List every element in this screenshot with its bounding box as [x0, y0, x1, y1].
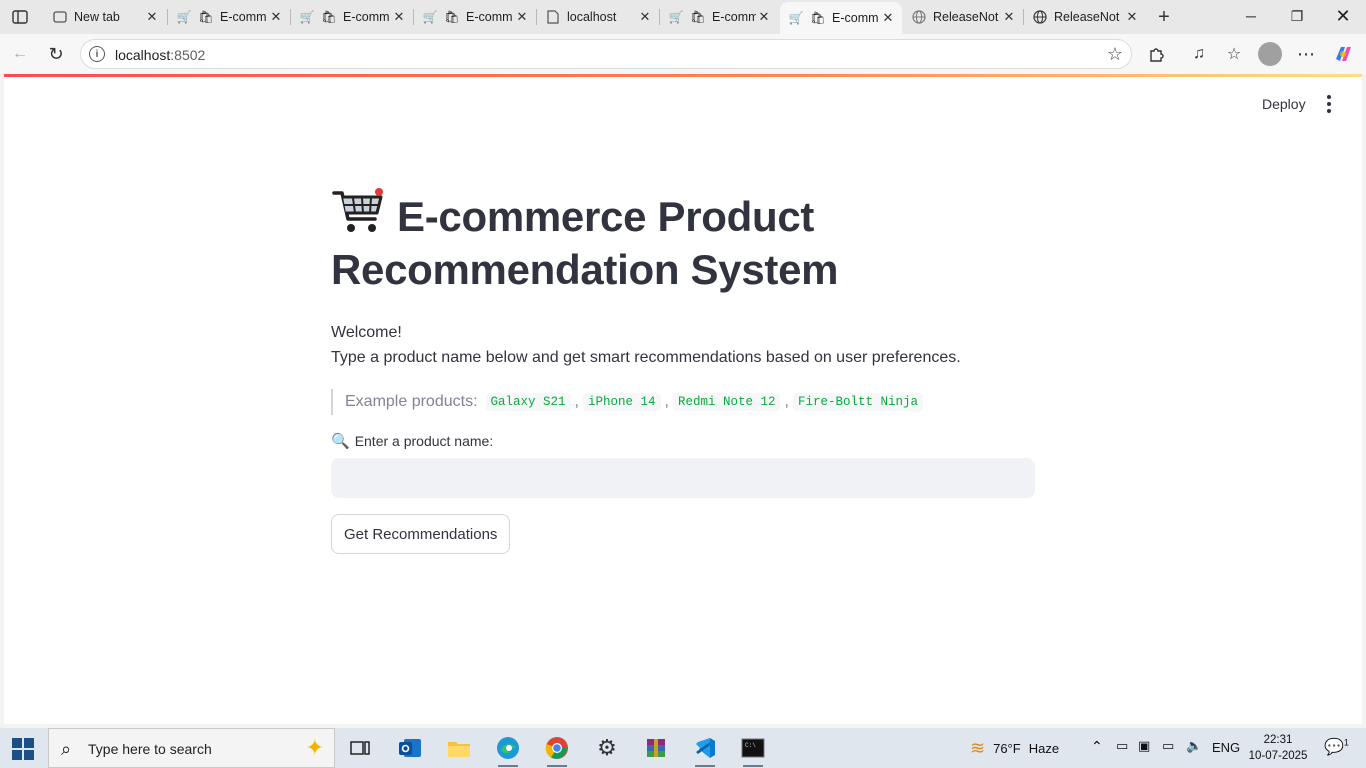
language-indicator[interactable]: ENG	[1212, 740, 1240, 755]
tab-ecomm-4[interactable]: 🛒 🛍 E-comm ✕	[660, 3, 778, 31]
more-menu-icon[interactable]: ⋯	[1294, 42, 1318, 66]
shopping-cart-icon	[331, 187, 385, 237]
page-icon	[545, 9, 561, 25]
cart-icon: 🛒	[668, 10, 684, 24]
close-tab-icon[interactable]: ✕	[637, 9, 653, 25]
app-page: Deploy E-commerce Product Recommendation…	[4, 77, 1362, 724]
tab-localhost[interactable]: localhost ✕	[537, 3, 659, 31]
display-icon[interactable]: ▣	[1138, 738, 1150, 754]
tab-ecomm-active[interactable]: 🛒 🛍 E-comm ✕	[780, 2, 902, 34]
meet-icon[interactable]: ▭	[1116, 738, 1128, 754]
windows-start-icon[interactable]	[12, 738, 34, 760]
task-view-icon[interactable]	[342, 732, 378, 764]
address-bar[interactable]: i localhost:8502 ☆	[80, 39, 1132, 69]
chevron-up-icon[interactable]: ⌃	[1091, 738, 1103, 755]
examples-label: Example products:	[345, 393, 478, 410]
weather-widget[interactable]: ≋ 76°F Haze	[970, 738, 1059, 759]
cart-icon: 🛒	[788, 11, 804, 25]
haze-icon: ≋	[970, 738, 986, 758]
browser-tab-strip: New tab ✕ 🛒 🛍 E-comm ✕ 🛒 🛍 E-comm ✕ 🛒 🛍 …	[0, 0, 1366, 34]
close-tab-icon[interactable]: ✕	[756, 9, 772, 25]
cart-icon: 🛒	[176, 10, 192, 24]
edge-icon[interactable]	[490, 732, 526, 767]
get-recommendations-button[interactable]: Get Recommendations	[331, 514, 511, 554]
file-explorer-icon[interactable]	[441, 732, 477, 764]
cart-icon: 🛒	[422, 10, 438, 24]
tab-ecomm-2[interactable]: 🛒 🛍 E-comm ✕	[291, 3, 413, 31]
bag-icon: 🛍	[444, 10, 460, 24]
welcome-heading: Welcome!	[331, 324, 402, 341]
battery-icon[interactable]: ▭	[1162, 738, 1174, 754]
taskbar-clock[interactable]: 22:31 10-07-2025	[1248, 732, 1308, 764]
close-tab-icon[interactable]: ✕	[1001, 9, 1017, 25]
tab-releasenotes-1[interactable]: ReleaseNot ✕	[903, 3, 1023, 31]
back-icon[interactable]: ←	[8, 42, 32, 66]
vscode-icon[interactable]	[687, 732, 723, 767]
copilot-icon[interactable]	[1331, 42, 1355, 66]
close-window-icon[interactable]: ✕	[1320, 0, 1366, 32]
chrome-icon[interactable]	[539, 732, 575, 767]
product-name-input[interactable]	[331, 458, 1035, 498]
close-tab-icon[interactable]: ✕	[1124, 9, 1140, 25]
cart-icon: 🛒	[299, 10, 315, 24]
settings-gear-icon[interactable]: ⚙	[589, 732, 625, 764]
address-url[interactable]: localhost:8502	[115, 47, 205, 63]
page-title: E-commerce Product Recommendation System	[331, 187, 1035, 296]
close-tab-icon[interactable]: ✕	[514, 9, 530, 25]
minimize-icon[interactable]: ─	[1228, 0, 1274, 32]
reload-icon[interactable]: ↻	[44, 42, 68, 66]
bag-icon: 🛍	[321, 10, 337, 24]
close-tab-icon[interactable]: ✕	[268, 9, 284, 25]
close-tab-icon[interactable]: ✕	[144, 9, 160, 25]
tab-new-tab[interactable]: New tab ✕	[44, 3, 166, 31]
globe-icon	[1032, 9, 1048, 25]
example-product: Fire-Boltt Ninja	[792, 393, 923, 411]
example-products-quote: Example products: Galaxy S21, iPhone 14,…	[331, 389, 1035, 415]
site-info-icon[interactable]: i	[89, 46, 105, 62]
product-input-label: 🔍 Enter a product name:	[331, 433, 494, 450]
bag-icon: 🛍	[810, 11, 826, 25]
profile-avatar[interactable]	[1258, 42, 1282, 66]
example-product: Galaxy S21	[485, 393, 571, 411]
main-menu-icon[interactable]	[1319, 93, 1339, 115]
tab-ecomm-3[interactable]: 🛒 🛍 E-comm ✕	[414, 3, 536, 31]
extensions-icon[interactable]	[1145, 42, 1169, 66]
favorites-icon[interactable]: ☆	[1222, 42, 1246, 66]
svg-text:C:\: C:\	[745, 742, 756, 749]
tab-releasenotes-2[interactable]: ReleaseNot ✕	[1024, 3, 1146, 31]
tab-actions-icon[interactable]	[6, 5, 34, 29]
sparkle-icon: ✦	[305, 735, 324, 760]
welcome-description: Type a product name below and get smart …	[331, 349, 961, 366]
example-product: Redmi Note 12	[672, 393, 781, 411]
restore-icon[interactable]: ❐	[1274, 0, 1320, 32]
search-icon: ⌕	[61, 739, 72, 759]
terminal-icon[interactable]: C:\	[735, 732, 771, 767]
example-product: iPhone 14	[582, 393, 661, 411]
new-tab-icon[interactable]: +	[1152, 5, 1176, 29]
browser-toolbar: ← ↻ i localhost:8502 ☆ ♫ ☆ ⋯	[0, 34, 1366, 74]
main-content: E-commerce Product Recommendation System…	[331, 187, 1035, 554]
taskbar-search-box[interactable]: ⌕ Type here to search ✦	[48, 728, 335, 768]
globe-icon	[911, 9, 927, 25]
tab-ecomm-1[interactable]: 🛒 🛍 E-comm ✕	[168, 3, 290, 31]
bag-icon: 🛍	[198, 10, 214, 24]
windows-taskbar: ⌕ Type here to search ✦ ⚙ C:\ ≋ 76°F Haz…	[0, 728, 1366, 768]
welcome-text: Welcome! Type a product name below and g…	[331, 320, 1035, 370]
notification-icon[interactable]: 💬1	[1324, 737, 1349, 757]
outlook-icon[interactable]	[392, 732, 428, 764]
close-tab-icon[interactable]: ✕	[880, 10, 896, 26]
close-tab-icon[interactable]: ✕	[391, 9, 407, 25]
deploy-button[interactable]: Deploy	[1254, 92, 1314, 116]
favorite-star-icon[interactable]: ☆	[1107, 44, 1123, 65]
magnifier-icon: 🔍	[331, 433, 350, 450]
winrar-icon[interactable]	[638, 732, 674, 764]
newtab-icon	[52, 9, 68, 25]
volume-icon[interactable]: 🔈	[1186, 738, 1202, 754]
bag-icon: 🛍	[690, 10, 706, 24]
media-control-icon[interactable]: ♫	[1187, 42, 1211, 66]
